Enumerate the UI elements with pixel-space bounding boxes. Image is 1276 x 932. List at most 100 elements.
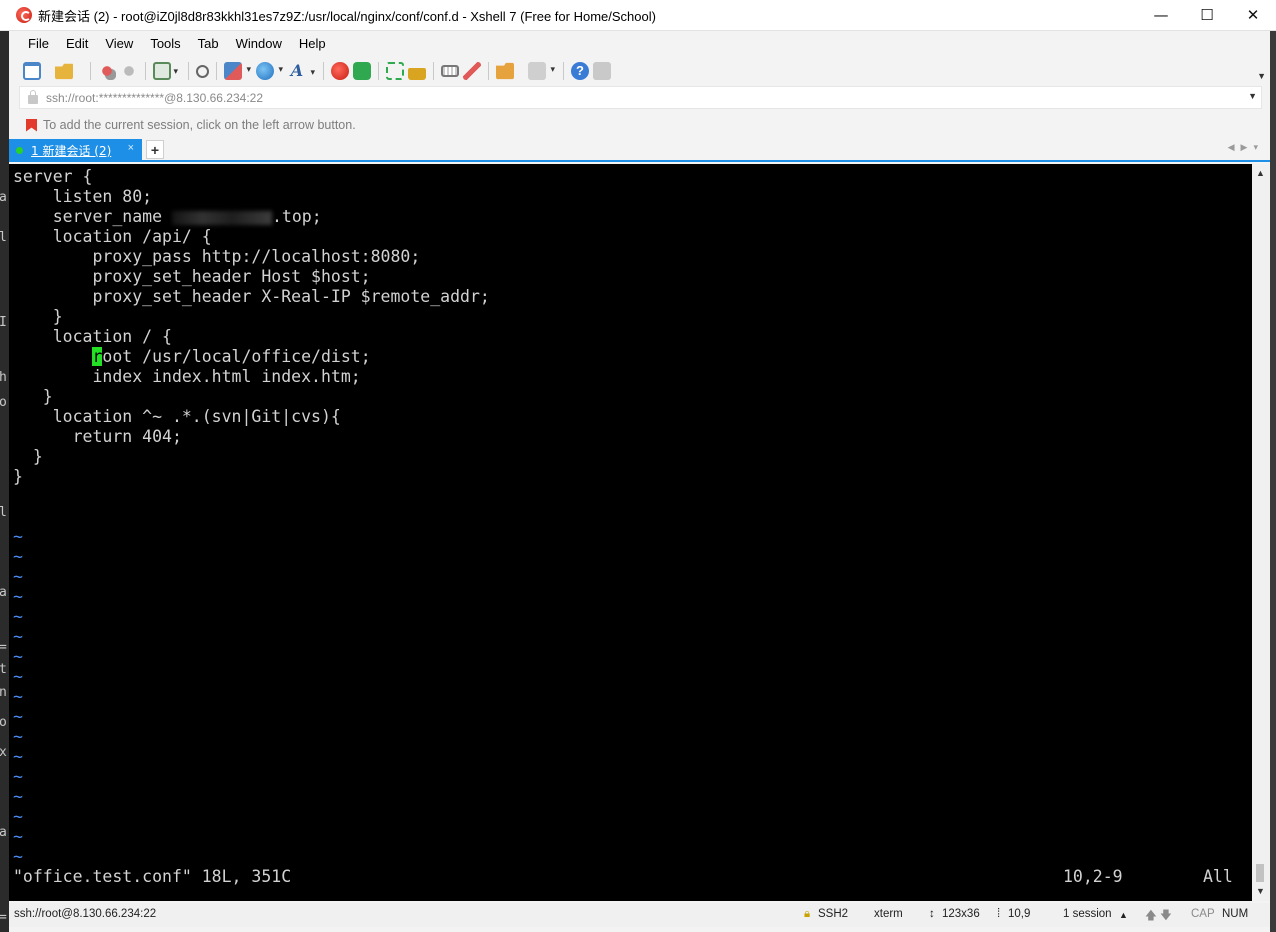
terminal-line: } [13, 387, 53, 406]
vim-empty-line: ~ [13, 747, 23, 766]
vim-empty-line: ~ [13, 547, 23, 566]
close-button[interactable]: ✕ [1230, 0, 1276, 30]
vim-status-file: "office.test.conf" 18L, 351C [13, 867, 292, 886]
terminal-line: return 404; [13, 427, 182, 446]
status-cursor: 10,9 [1008, 908, 1031, 920]
chat-icon[interactable] [593, 62, 611, 80]
vim-status-all: All [1203, 867, 1233, 886]
keyboard-icon[interactable] [441, 65, 459, 77]
arrow-down-icon[interactable]: 🡇 [1160, 908, 1172, 927]
chevron-up-icon[interactable]: ▲ [1119, 910, 1128, 920]
menu-edit[interactable]: Edit [57, 36, 96, 51]
maximize-button[interactable]: ☐ [1184, 0, 1230, 30]
transfer-icon[interactable] [224, 62, 251, 80]
scroll-down-icon[interactable]: ▼ [1256, 886, 1265, 896]
xftp-icon[interactable] [353, 62, 371, 80]
lock-icon: 🔒︎ [804, 908, 811, 920]
terminal-line: location ^~ .*.(svn|Git|cvs){ [13, 407, 341, 426]
tab-nav-arrows[interactable]: ◀▶▾ [1228, 142, 1264, 153]
tab-bar: 1 新建会话 (2) × + ◀▶▾ [9, 139, 1270, 162]
fullscreen-icon[interactable] [386, 62, 404, 80]
terminal-line: index index.html index.htm; [13, 367, 361, 386]
terminal-line: location /api/ { [13, 227, 212, 246]
toolbar-separator [90, 62, 91, 80]
status-protocol: SSH2 [818, 908, 849, 920]
toolbar-separator [433, 62, 434, 80]
vim-empty-line: ~ [13, 667, 23, 686]
vim-empty-line: ~ [13, 647, 23, 666]
xshell-logo-icon [16, 7, 32, 23]
menu-tools[interactable]: Tools [141, 36, 188, 51]
compose-icon[interactable] [463, 62, 481, 80]
vim-empty-line: ~ [13, 527, 23, 546]
tab-close-icon[interactable]: × [128, 142, 134, 154]
search-icon[interactable] [196, 64, 209, 78]
vim-empty-line: ~ [13, 687, 23, 706]
status-size: 123x36 [942, 908, 980, 920]
toolbar-separator [216, 62, 217, 80]
scrollbar-thumb[interactable] [1256, 864, 1264, 882]
minimize-button[interactable]: — [1138, 0, 1184, 30]
disconnect-icon[interactable] [120, 62, 138, 80]
layout-icon[interactable] [528, 62, 555, 80]
menu-help[interactable]: Help [290, 36, 334, 51]
help-icon[interactable]: ? [571, 62, 589, 80]
tab-session[interactable]: 1 新建会话 (2) × [9, 139, 142, 161]
status-cap: CAP [1191, 908, 1215, 920]
background-window-edge: alI hol a = t nox a = [0, 30, 9, 932]
server-name-directive: server_name [13, 207, 172, 226]
scroll-up-icon[interactable]: ▲ [1256, 168, 1265, 178]
bookmark-icon[interactable] [26, 118, 37, 132]
properties-icon[interactable] [153, 62, 178, 80]
tab-label: 1 新建会话 (2) [31, 143, 112, 158]
terminal-cursor: r [92, 347, 103, 366]
connect-icon[interactable] [98, 62, 116, 80]
menu-tab[interactable]: Tab [189, 36, 227, 51]
terminal-line: server_name .top; [13, 207, 322, 227]
menu-view[interactable]: View [96, 36, 141, 51]
status-term: xterm [874, 908, 903, 920]
font-icon[interactable]: A [288, 62, 315, 83]
vim-empty-line: ~ [13, 627, 23, 646]
new-tab-folder-icon[interactable] [496, 62, 514, 80]
main-area: File Edit View Tools Tab Window Help ▾ ▾… [9, 31, 1270, 932]
vim-empty-line: ~ [13, 827, 23, 846]
address-bar[interactable]: ssh://root:**************@8.130.66.234:2… [19, 86, 1262, 109]
toolbar-overflow-icon[interactable]: ▼ [1257, 71, 1266, 81]
redacted-domain [171, 210, 272, 225]
terminal-line: proxy_pass http://localhost:8080; [13, 247, 421, 266]
menu-file[interactable]: File [19, 36, 57, 51]
vim-empty-line: ~ [13, 607, 23, 626]
new-tab-button[interactable]: + [146, 140, 164, 159]
new-session-icon[interactable] [23, 62, 41, 80]
address-text: ssh://root:**************@8.130.66.234:2… [46, 90, 263, 105]
vim-status-position: 10,2-9 [1063, 867, 1123, 886]
vim-empty-line: ~ [13, 707, 23, 726]
arrow-up-icon[interactable]: 🡅 [1145, 908, 1157, 927]
lock-icon [28, 90, 38, 104]
vim-empty-line: ~ [13, 727, 23, 746]
chevron-down-icon[interactable]: ▼ [1248, 91, 1257, 101]
menu-window[interactable]: Window [227, 36, 290, 51]
terminal-line: } [13, 447, 43, 466]
toolbar-separator [563, 62, 564, 80]
xshell-icon[interactable] [331, 62, 349, 80]
toolbar: A ? [9, 57, 1270, 85]
terminal-scrollbar[interactable]: ▲ ▼ [1252, 164, 1270, 901]
title-bar: 新建会话 (2) - root@iZ0jl8d8r83kkhl31es7z9Z:… [0, 0, 1276, 31]
terminal-line: proxy_set_header X-Real-IP $remote_addr; [13, 287, 490, 306]
vim-empty-line: ~ [13, 787, 23, 806]
cursor-pos-icon: ⁞ [997, 908, 1001, 920]
toolbar-separator [378, 62, 379, 80]
status-connection: ssh://root@8.130.66.234:22 [14, 908, 157, 920]
toolbar-separator [145, 62, 146, 80]
status-sessions[interactable]: 1 session [1063, 908, 1112, 920]
open-folder-icon[interactable] [55, 63, 73, 80]
connected-status-icon [16, 146, 23, 154]
quick-connect-bar: To add the current session, click on the… [19, 114, 1262, 136]
root-directive: oot /usr/local/office/dist; [102, 347, 371, 366]
toolbar-separator [188, 62, 189, 80]
globe-icon[interactable] [256, 62, 283, 80]
lock-icon[interactable] [408, 67, 426, 80]
terminal[interactable]: server { listen 80; server_name .top; lo… [9, 164, 1252, 901]
